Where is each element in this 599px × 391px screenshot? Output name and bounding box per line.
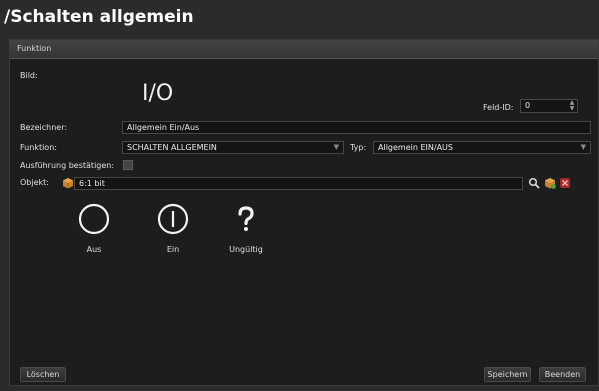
objekt-input[interactable]: 6:1 bit — [74, 177, 523, 190]
typ-label: Typ: — [350, 143, 367, 152]
funktion-label: Funktion: — [20, 143, 57, 152]
feld-id-value: 0 — [525, 101, 531, 110]
feld-id-input[interactable]: 0 ▲ ▼ — [520, 99, 578, 113]
typ-value: Allgemein EIN/AUS — [378, 143, 453, 152]
add-object-icon[interactable] — [544, 177, 556, 189]
state-label-aus: Aus — [86, 245, 102, 254]
save-button[interactable]: Speichern — [484, 367, 531, 382]
typ-select[interactable]: Allgemein EIN/AUS ▼ — [373, 141, 591, 154]
window-title: /Schalten allgemein — [0, 0, 599, 35]
bezeichner-label: Bezeichner: — [20, 123, 68, 132]
state-label-ungueltig: Ungültig — [229, 245, 263, 254]
confirm-label: Ausführung bestätigen: — [20, 161, 115, 170]
feld-id-label: Feld-ID: — [483, 103, 514, 112]
chevron-down-icon: ▼ — [333, 143, 339, 151]
remove-icon[interactable] — [559, 177, 571, 189]
spinner-icon[interactable]: ▲ ▼ — [567, 100, 577, 112]
function-panel: Funktion Bild: I/O Feld-ID: 0 ▲ ▼ Bezeich… — [9, 39, 599, 386]
delete-button[interactable]: Löschen — [20, 367, 66, 382]
chevron-down-icon: ▼ — [580, 143, 586, 151]
bezeichner-input[interactable]: Allgemein Ein/Aus — [122, 121, 591, 134]
bild-label: Bild: — [20, 71, 38, 80]
io-image[interactable]: I/O — [142, 81, 173, 106]
funktion-select[interactable]: SCHALTEN ALLGEMEIN ▼ — [122, 141, 344, 154]
circle-on-icon[interactable] — [156, 202, 190, 236]
close-button[interactable]: Beenden — [539, 367, 586, 382]
question-mark-icon[interactable] — [229, 202, 263, 236]
search-icon[interactable] — [528, 177, 540, 189]
confirm-checkbox[interactable] — [123, 160, 133, 170]
box-icon — [63, 178, 73, 189]
funktion-value: SCHALTEN ALLGEMEIN — [127, 143, 217, 152]
circle-off-icon[interactable] — [77, 202, 111, 236]
panel-header: Funktion — [10, 40, 598, 59]
state-label-ein: Ein — [166, 245, 180, 254]
objekt-label: Objekt: — [20, 178, 49, 187]
